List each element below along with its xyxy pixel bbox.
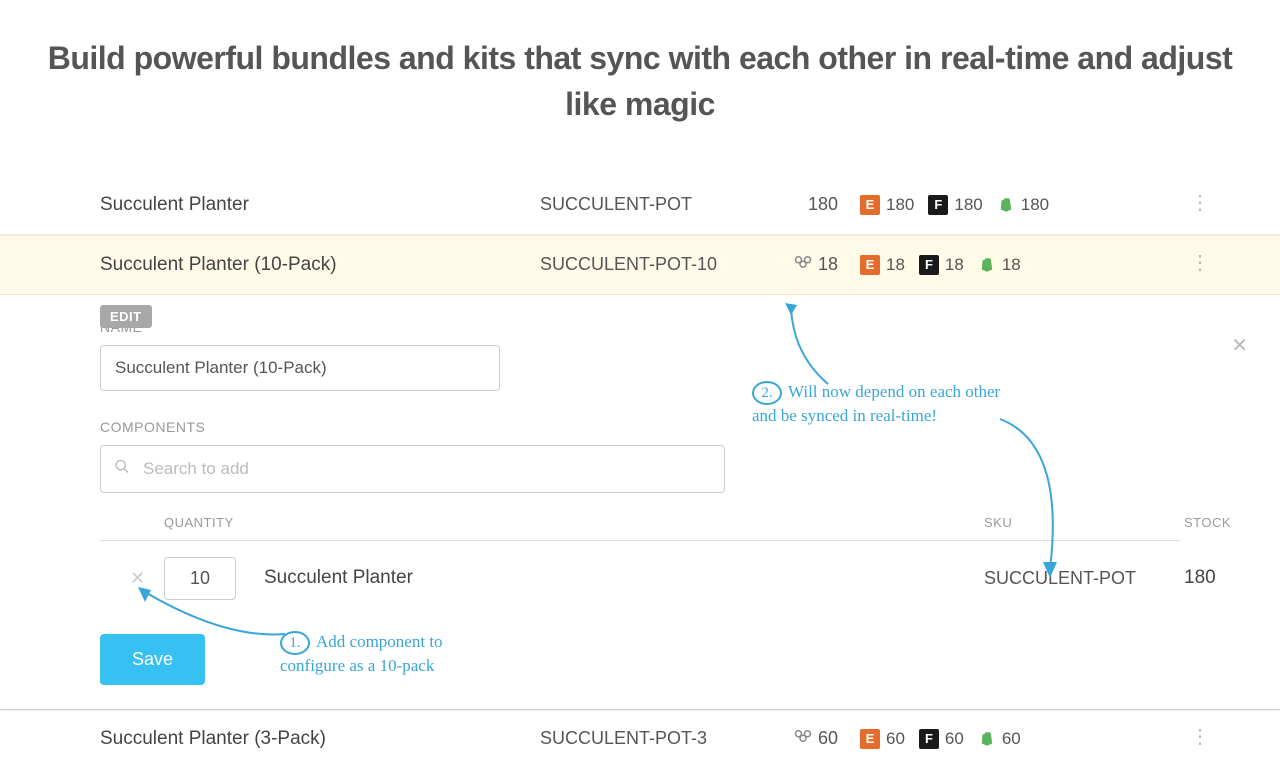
etsy-icon: E [860, 195, 880, 215]
shopify-icon [978, 729, 996, 749]
etsy-icon: E [860, 729, 880, 749]
bundle-icon [794, 255, 812, 274]
name-input[interactable] [100, 345, 500, 391]
product-sku: SUCCULENT-POT [540, 194, 760, 215]
components-label: COMPONENTS [100, 419, 1180, 435]
table-row: Succulent Planter (10-Pack) SUCCULENT-PO… [0, 235, 1280, 295]
table-row: Succulent Planter SUCCULENT-POT 180 E180… [0, 176, 1280, 235]
edit-panel: EDIT ✕ NAME COMPONENTS QUANTITY SKU STOC… [0, 319, 1280, 710]
quantity-input[interactable] [164, 557, 236, 600]
page-title: Build powerful bundles and kits that syn… [0, 35, 1280, 128]
name-label: NAME [100, 319, 1180, 335]
annotation-1: 1.Add component to configure as a 10-pac… [280, 631, 500, 678]
fba-icon: F [919, 729, 939, 749]
search-icon [114, 458, 130, 479]
etsy-icon: E [860, 255, 880, 275]
channel-stocks: E18 F18 18 [860, 255, 1130, 275]
component-sku: SUCCULENT-POT [984, 568, 1184, 589]
components-header: QUANTITY SKU STOCK [100, 515, 1180, 541]
component-name: Succulent Planter [264, 567, 984, 589]
shopify-icon [997, 195, 1015, 215]
product-table: Succulent Planter SUCCULENT-POT 180 E180… [0, 176, 1280, 768]
table-row: Succulent Planter (3-Pack) SUCCULENT-POT… [0, 710, 1280, 768]
product-stock: 60 [760, 728, 860, 749]
bundle-icon [794, 729, 812, 748]
fba-icon: F [919, 255, 939, 275]
product-stock: 18 [760, 254, 860, 275]
channel-stocks: E180 F180 180 [860, 195, 1130, 215]
product-sku: SUCCULENT-POT-10 [540, 254, 760, 275]
product-name: Succulent Planter (10-Pack) [0, 254, 540, 276]
annotation-2: 2.Will now depend on each other and be s… [752, 381, 1012, 428]
product-sku: SUCCULENT-POT-3 [540, 728, 760, 749]
arrow-2a-icon [783, 299, 863, 389]
edit-badge: EDIT [100, 305, 152, 328]
row-menu-icon[interactable]: ⋮ [1190, 260, 1210, 266]
remove-component-icon[interactable]: ✕ [100, 568, 145, 588]
component-stock: 180 [1184, 567, 1252, 589]
product-name: Succulent Planter (3-Pack) [0, 728, 540, 750]
fba-icon: F [928, 195, 948, 215]
product-name: Succulent Planter [0, 194, 540, 216]
save-button[interactable]: Save [100, 634, 205, 685]
shopify-icon [978, 255, 996, 275]
close-icon[interactable]: ✕ [1231, 333, 1248, 358]
component-row: ✕ Succulent Planter SUCCULENT-POT 180 [100, 541, 1180, 608]
product-stock: 180 [760, 194, 860, 215]
row-menu-icon[interactable]: ⋮ [1190, 200, 1210, 206]
components-search-input[interactable] [100, 445, 725, 493]
channel-stocks: E60 F60 60 [860, 729, 1130, 749]
row-menu-icon[interactable]: ⋮ [1190, 734, 1210, 740]
